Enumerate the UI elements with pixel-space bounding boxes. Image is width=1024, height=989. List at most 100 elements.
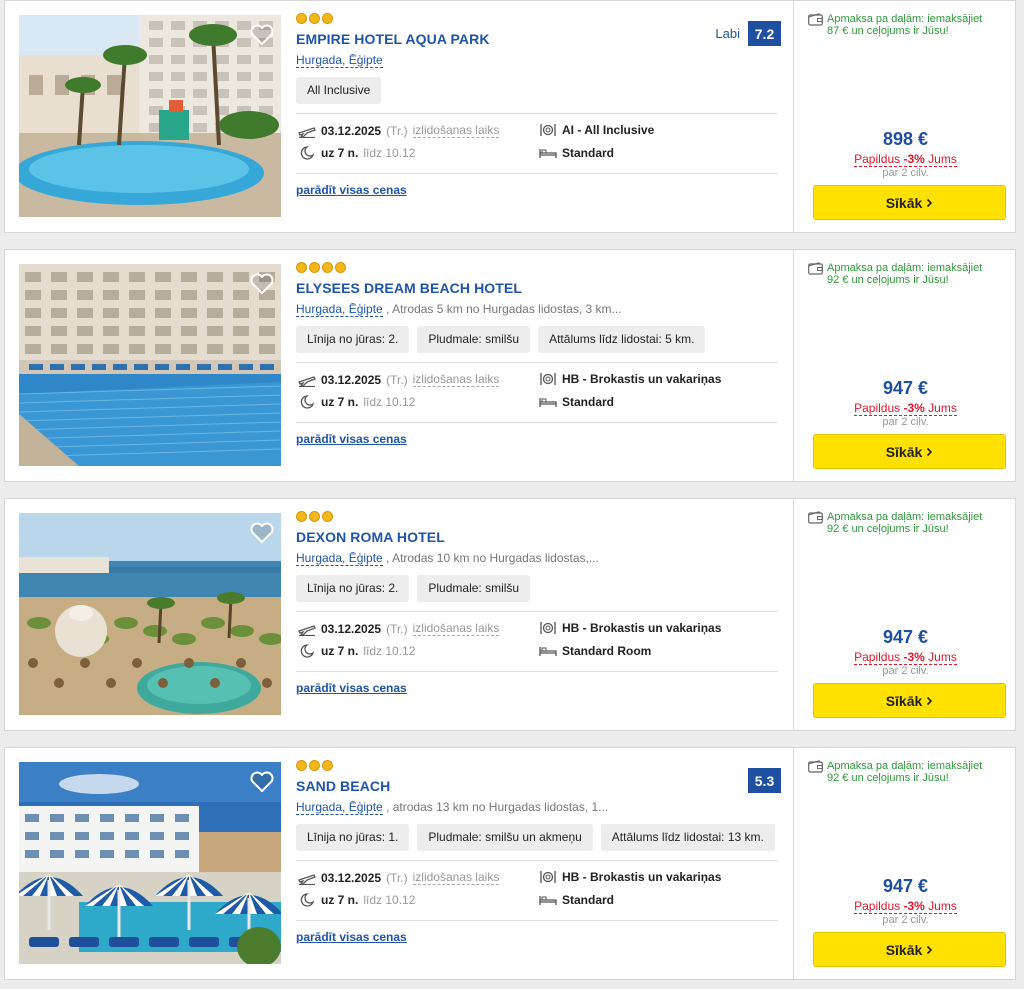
price-per-persons: par 2 cilv. <box>882 914 929 926</box>
show-all-prices-link[interactable]: parādīt visas cenas <box>296 183 407 197</box>
discount-note[interactable]: Papildus -3% Jums <box>794 401 1017 416</box>
discount-prefix: Papildus <box>854 401 904 415</box>
details-button-label: Sīkāk <box>885 692 923 709</box>
hotel-photo[interactable] <box>19 513 281 715</box>
plane-icon <box>298 873 316 885</box>
price-panel: Apmaksa pa daļām: iemaksājiet 92 € un ce… <box>793 250 1016 481</box>
departure-time-link[interactable]: izlidošanas laiks <box>412 870 500 885</box>
installment-promo[interactable]: Apmaksa pa daļām: iemaksājiet 92 € un ce… <box>808 760 997 784</box>
trip-details: 03.12.2025 (Tr.) izlidošanas laiks uz 7 … <box>296 860 778 921</box>
price-panel: Apmaksa pa daļām: iemaksājiet 92 € un ce… <box>793 748 1016 979</box>
rating-score-badge: 5.3 <box>748 768 781 793</box>
hotel-place-link[interactable]: Hurgada, Ēģipte <box>296 551 383 566</box>
installment-promo[interactable]: Apmaksa pa daļām: iemaksājiet 92 € un ce… <box>808 262 997 286</box>
discount-suffix: Jums <box>924 152 957 166</box>
hotel-tags: Līnija no jūras: 1. Pludmale: smilšu un a… <box>296 824 778 851</box>
hotel-feature-tag: All Inclusive <box>296 77 382 104</box>
nights-count: uz 7 n. <box>321 893 359 907</box>
hotel-name[interactable]: ELYSEES DREAM BEACH HOTEL <box>296 280 778 296</box>
show-all-prices-link[interactable]: parādīt visas cenas <box>296 681 407 695</box>
hotel-location-extra: , Atrodas 10 km no Hurgadas lidostas,... <box>382 551 599 565</box>
hotel-stars <box>296 760 778 773</box>
discount-note[interactable]: Papildus -3% Jums <box>794 152 1017 167</box>
cutlery-plate-icon <box>540 124 556 136</box>
moon-icon <box>300 146 315 160</box>
return-date: līdz 10.12 <box>363 146 416 160</box>
bed-icon <box>539 149 557 158</box>
show-all-prices-link[interactable]: parādīt visas cenas <box>296 432 407 446</box>
hotel-place-link[interactable]: Hurgada, Ēģipte <box>296 53 383 68</box>
hotel-name[interactable]: SAND BEACH <box>296 778 778 794</box>
details-button[interactable]: Sīkāk <box>813 932 1006 967</box>
hotel-feature-tag: Līnija no jūras: 2. <box>296 575 410 602</box>
hotel-info: EMPIRE HOTEL AQUA PARK Hurgada, Ēģipte A… <box>296 13 778 104</box>
nights-count: uz 7 n. <box>321 146 359 160</box>
installment-promo[interactable]: Apmaksa pa daļām: iemaksājiet 87 € un ce… <box>808 13 997 37</box>
hotel-tags: Līnija no jūras: 2. Pludmale: smilšu <box>296 575 778 602</box>
price-value: 898 € <box>882 129 929 149</box>
hotel-place-link[interactable]: Hurgada, Ēģipte <box>296 800 383 815</box>
hotel-info: SAND BEACH Hurgada, Ēģipte , atrodas 13 … <box>296 760 778 851</box>
details-button[interactable]: Sīkāk <box>813 185 1006 220</box>
departure-weekday: (Tr.) <box>386 123 408 138</box>
hotel-results-list: EMPIRE HOTEL AQUA PARK Hurgada, Ēģipte A… <box>0 0 1024 989</box>
hotel-photo[interactable] <box>19 264 281 466</box>
hotel-name[interactable]: DEXON ROMA HOTEL <box>296 529 778 545</box>
hotel-card: DEXON ROMA HOTEL Hurgada, Ēģipte , Atrod… <box>4 498 1016 731</box>
hotel-location: Hurgada, Ēģipte , atrodas 13 km no Hurga… <box>296 800 778 815</box>
wallet-icon <box>808 13 823 26</box>
installment-promo-text: Apmaksa pa daļām: iemaksājiet 92 € un ce… <box>827 511 983 535</box>
chevron-right-icon <box>927 696 933 705</box>
wallet-icon <box>808 262 823 275</box>
price-value: 947 € <box>882 876 929 896</box>
room-row: Standard <box>539 395 614 409</box>
departure-time-link[interactable]: izlidošanas laiks <box>412 123 500 138</box>
rating-word: Labi <box>715 26 740 41</box>
heart-outline-icon[interactable] <box>249 272 275 296</box>
installment-promo-text: Apmaksa pa daļām: iemaksājiet 87 € un ce… <box>827 13 983 37</box>
departure-date: 03.12.2025 <box>321 123 382 138</box>
board-row: AI - All Inclusive <box>539 123 654 137</box>
departure-time-link[interactable]: izlidošanas laiks <box>412 372 500 387</box>
discount-suffix: Jums <box>924 401 957 415</box>
board-row: HB - Brokastis un vakariņas <box>539 621 721 635</box>
room-type: Standard <box>562 146 615 160</box>
price-per-persons: par 2 cilv. <box>882 416 929 428</box>
heart-outline-icon[interactable] <box>249 23 275 47</box>
price-panel: Apmaksa pa daļām: iemaksājiet 92 € un ce… <box>793 499 1016 730</box>
hotel-photo[interactable] <box>19 762 281 964</box>
details-button[interactable]: Sīkāk <box>813 683 1006 718</box>
hotel-photo[interactable] <box>19 15 281 217</box>
discount-note[interactable]: Papildus -3% Jums <box>794 899 1017 914</box>
cutlery-plate-icon <box>540 373 556 385</box>
hotel-location: Hurgada, Ēģipte <box>296 53 778 68</box>
installment-promo[interactable]: Apmaksa pa daļām: iemaksājiet 92 € un ce… <box>808 511 997 535</box>
departure-row: 03.12.2025 (Tr.) izlidošanas laiks <box>298 372 500 387</box>
show-all-prices-link[interactable]: parādīt visas cenas <box>296 930 407 944</box>
moon-icon <box>300 893 315 907</box>
hotel-card: SAND BEACH Hurgada, Ēģipte , atrodas 13 … <box>4 747 1016 980</box>
nights-count: uz 7 n. <box>321 395 359 409</box>
board-type: HB - Brokastis un vakariņas <box>562 372 722 386</box>
return-date: līdz 10.12 <box>363 644 416 658</box>
hotel-star-icon <box>335 262 346 273</box>
discount-note[interactable]: Papildus -3% Jums <box>794 650 1017 665</box>
departure-date: 03.12.2025 <box>321 870 382 885</box>
discount-percent: -3% <box>903 899 925 913</box>
departure-time-link[interactable]: izlidošanas laiks <box>412 621 500 636</box>
hotel-feature-tag: Pludmale: smilšu un akmeņu <box>417 824 593 851</box>
details-button[interactable]: Sīkāk <box>813 434 1006 469</box>
hotel-place-link[interactable]: Hurgada, Ēģipte <box>296 302 383 317</box>
discount-percent: -3% <box>903 650 925 664</box>
heart-outline-icon[interactable] <box>249 521 275 545</box>
nights-count: uz 7 n. <box>321 644 359 658</box>
departure-weekday: (Tr.) <box>386 621 408 636</box>
hotel-star-icon <box>309 262 320 273</box>
plane-icon <box>298 375 316 387</box>
hotel-star-icon <box>322 262 333 273</box>
chevron-right-icon <box>927 945 933 954</box>
heart-outline-icon[interactable] <box>249 770 275 794</box>
cutlery-plate-icon <box>540 871 556 883</box>
hotel-name[interactable]: EMPIRE HOTEL AQUA PARK <box>296 31 778 47</box>
discount-prefix: Papildus <box>854 650 904 664</box>
